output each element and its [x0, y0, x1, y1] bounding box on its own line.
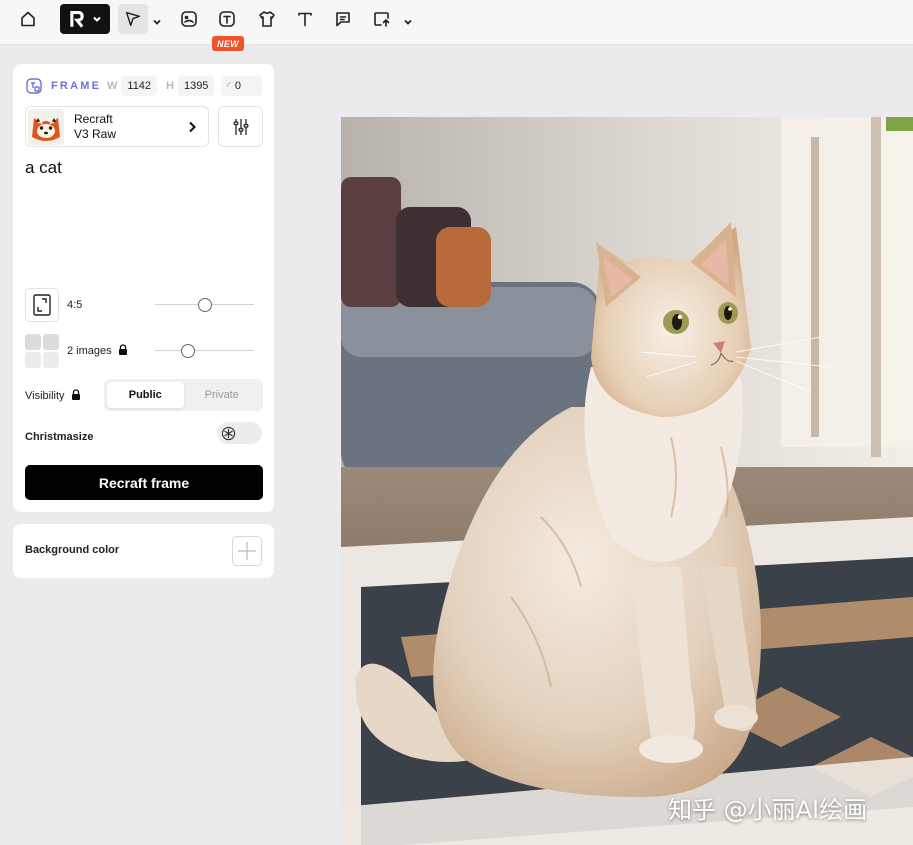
lock-icon	[118, 344, 128, 358]
cat-photo	[341, 117, 913, 845]
slider-track	[155, 350, 254, 351]
image-tool-icon	[181, 11, 197, 27]
tshirt-icon	[259, 11, 275, 27]
width-field[interactable]: W 1142	[107, 76, 158, 96]
image-count-value: 2 images	[67, 345, 112, 357]
plus-icon	[238, 542, 256, 560]
home-button[interactable]	[14, 5, 42, 33]
frame-icon	[25, 77, 43, 95]
aspect-ratio-row: 4:5	[25, 288, 263, 322]
background-color-label: Background color	[25, 544, 120, 556]
rotation-icon: ◜	[227, 80, 231, 92]
frame-tool-icon	[219, 11, 235, 27]
model-thumbnail	[28, 108, 64, 145]
settings-button[interactable]	[218, 106, 263, 147]
generated-cat-image[interactable]	[341, 117, 913, 845]
comment-icon	[336, 12, 350, 27]
home-icon	[21, 11, 35, 27]
select-tool-button[interactable]	[118, 4, 148, 34]
aspect-ratio-button[interactable]	[25, 288, 59, 322]
model-selector[interactable]: Recraft V3 Raw	[25, 106, 209, 147]
slider-thumb[interactable]	[180, 344, 195, 358]
text-tool-button[interactable]	[291, 5, 319, 33]
snowflake-icon	[220, 425, 236, 441]
brand-menu-button[interactable]	[60, 4, 110, 34]
model-name-line1: Recraft	[74, 111, 113, 126]
christmasize-label: Christmasize	[25, 431, 94, 443]
visibility-public-option[interactable]: Public	[107, 382, 184, 408]
upload-icon	[374, 12, 390, 27]
model-name-line2: V3 Raw	[74, 126, 117, 141]
image-grid-icon	[25, 334, 59, 368]
height-value[interactable]: 1395	[184, 80, 208, 92]
mockup-tool-button[interactable]	[253, 5, 281, 33]
image-count-slider[interactable]	[155, 344, 254, 358]
visibility-private-option[interactable]: Private	[184, 382, 261, 408]
select-tool-dropdown[interactable]	[152, 14, 162, 25]
height-label: H	[166, 80, 174, 92]
chevron-right-icon	[186, 120, 198, 134]
chevron-down-icon	[153, 19, 161, 25]
visibility-text: Visibility	[25, 390, 65, 402]
image-count-row: 2 images	[25, 334, 263, 368]
image-tool-button[interactable]	[175, 5, 203, 33]
brand-logo-icon	[70, 11, 84, 28]
comment-tool-button[interactable]	[329, 5, 357, 33]
lock-icon	[71, 389, 81, 403]
aspect-ratio-slider[interactable]	[155, 298, 254, 312]
prompt-input[interactable]: a cat	[25, 158, 263, 278]
frame-tool-button[interactable]	[213, 5, 241, 33]
visibility-label: Visibility	[25, 389, 81, 403]
width-value[interactable]: 1142	[127, 80, 151, 92]
aspect-ratio-icon	[33, 294, 51, 316]
sliders-icon	[233, 118, 248, 135]
height-field[interactable]: H 1395	[166, 76, 215, 96]
background-panel: Background color	[13, 524, 274, 578]
new-badge: NEW	[212, 36, 244, 51]
top-toolbar: NEW	[0, 0, 913, 51]
text-tool-icon	[298, 12, 312, 27]
chevron-down-icon	[404, 19, 412, 25]
width-label: W	[107, 80, 118, 92]
add-background-color-button[interactable]	[232, 536, 262, 566]
model-name: Recraft V3 Raw	[74, 112, 116, 142]
upload-dropdown[interactable]	[403, 14, 413, 25]
rotation-value[interactable]: 0	[235, 80, 241, 92]
select-tool-icon	[125, 11, 141, 27]
aspect-ratio-value: 4:5	[67, 299, 83, 311]
image-count-label: 2 images	[67, 344, 128, 358]
upload-tool-button[interactable]	[368, 5, 396, 33]
recraft-frame-button[interactable]: Recraft frame	[25, 465, 263, 500]
frame-title: FRAME	[51, 80, 102, 92]
watermark: 知乎 @小丽AI绘画	[668, 796, 868, 824]
frame-header: FRAME	[25, 76, 101, 96]
christmasize-toggle[interactable]	[217, 422, 262, 444]
visibility-toggle: Public Private	[104, 379, 263, 411]
frame-panel: FRAME W 1142 H 1395 ◜ 0 Recraft V3 Raw a…	[13, 64, 274, 512]
chevron-down-icon	[93, 16, 101, 22]
slider-thumb[interactable]	[197, 298, 212, 312]
rotation-field[interactable]: ◜ 0	[221, 76, 262, 96]
